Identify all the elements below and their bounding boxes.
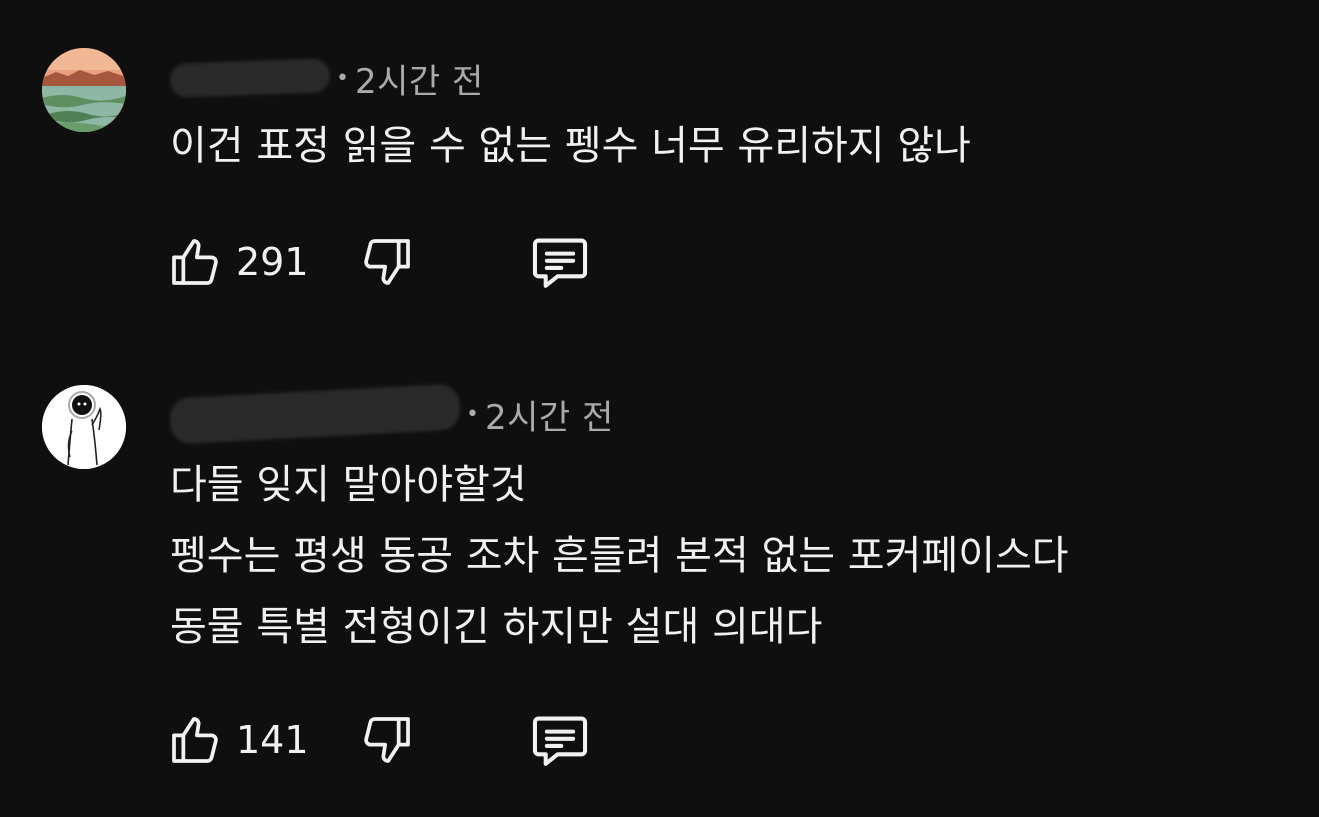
comment-timestamp: 2시간 전 xyxy=(354,61,484,102)
comment-text: 이건 표정 읽을 수 없는 펭수 너무 유리하지 않나 xyxy=(170,111,971,182)
landscape-avatar-image xyxy=(42,48,126,132)
like-button[interactable] xyxy=(166,711,224,769)
comment-text-line: 이건 표정 읽을 수 없는 펭수 너무 유리하지 않나 xyxy=(170,123,971,169)
avatar[interactable] xyxy=(42,48,126,132)
comment-text-line: 다들 잊지 말아야할것 xyxy=(170,462,527,508)
comment-reply-icon xyxy=(532,238,588,288)
like-button[interactable] xyxy=(166,233,224,291)
author-name-redacted[interactable] xyxy=(169,58,331,98)
thumbs-up-icon xyxy=(172,239,218,285)
dislike-button[interactable] xyxy=(358,711,416,769)
avatar[interactable] xyxy=(42,385,126,469)
thumbs-down-icon xyxy=(364,239,410,285)
comment-actions: 141 xyxy=(166,710,592,770)
dislike-button[interactable] xyxy=(358,233,416,291)
comment-text-line: 펭수는 평생 동공 조차 흔들려 본적 없는 포커페이스다 xyxy=(170,533,1069,579)
separator-dot: • xyxy=(336,65,349,91)
comment-item: • 2시간 전 다들 잊지 말아야할것 펭수는 평생 동공 조차 흔들려 본적 … xyxy=(0,340,1319,817)
comment-timestamp: 2시간 전 xyxy=(484,397,614,438)
sketch-figure-avatar-image xyxy=(42,385,126,469)
like-count: 291 xyxy=(236,240,309,284)
separator-dot: • xyxy=(466,401,479,427)
thumbs-up-icon xyxy=(172,717,218,763)
comment-header: • 2시간 전 xyxy=(168,383,614,445)
reply-button[interactable] xyxy=(528,711,592,769)
comment-text-line: 동물 특별 전형이긴 하지만 설대 의대다 xyxy=(170,604,823,650)
comment-header: • 2시간 전 xyxy=(169,56,484,102)
comment-actions: 291 xyxy=(166,232,592,292)
reply-button[interactable] xyxy=(528,233,592,291)
thumbs-down-icon xyxy=(364,717,410,763)
comment-item: • 2시간 전 이건 표정 읽을 수 없는 펭수 너무 유리하지 않나 291 xyxy=(0,0,1319,330)
comment-text: 다들 잊지 말아야할것 펭수는 평생 동공 조차 흔들려 본적 없는 포커페이스… xyxy=(170,450,1069,663)
author-name-redacted[interactable] xyxy=(168,383,462,445)
comment-reply-icon xyxy=(532,716,588,766)
like-count: 141 xyxy=(236,718,309,762)
